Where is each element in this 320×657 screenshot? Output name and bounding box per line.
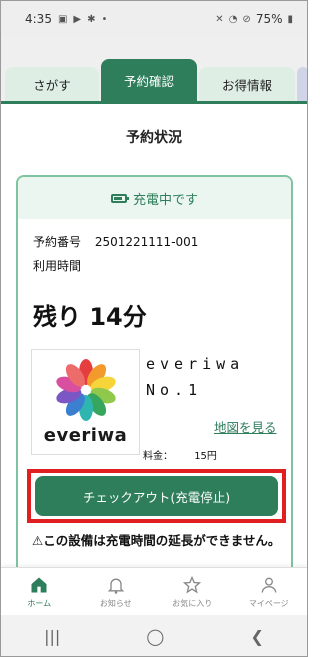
status-bar: 4:35 ▣ ▶ ✱ • ✕ ◔ ⊘ 75% ▮ xyxy=(1,1,307,37)
tab-reservation-confirm[interactable]: 予約確認 xyxy=(101,59,197,101)
nav-notifications[interactable]: お知らせ xyxy=(78,568,155,615)
battery-charging-icon xyxy=(110,193,129,203)
fee-row: 料金： 15円 xyxy=(143,447,217,462)
facility-name-line2: No.1 xyxy=(146,381,203,399)
nav-notifications-label: お知らせ xyxy=(99,598,132,608)
page-title: 予約状況 xyxy=(126,130,182,146)
star-icon xyxy=(183,575,202,594)
everiwa-flower-icon xyxy=(56,359,116,421)
person-icon xyxy=(261,577,277,593)
nav-mypage-label: マイページ xyxy=(248,598,289,608)
usage-time-label: 利用時間 xyxy=(33,259,82,273)
bottom-nav: ホーム お知らせ お気に入り マイページ xyxy=(1,567,307,615)
reservation-number-label: 予約番号 xyxy=(33,235,82,249)
fee-label: 料金： xyxy=(143,451,173,462)
battery-icon: ▮ xyxy=(287,13,293,25)
wifi-icon: ◔ xyxy=(228,13,238,25)
play-notification-icon: ▶ xyxy=(73,13,82,25)
map-link[interactable]: 地図を見る xyxy=(214,417,277,436)
tab-deals[interactable]: お得情報 xyxy=(199,67,295,101)
logo-text: everiwa xyxy=(43,425,128,446)
reservation-number-row: 予約番号 2501221111-001 xyxy=(33,233,198,250)
nav-home[interactable]: ホーム xyxy=(1,568,78,615)
nav-favorites-label: お気に入り xyxy=(172,598,213,608)
tab-search[interactable]: さがす xyxy=(5,67,99,101)
nav-mypage[interactable]: マイページ xyxy=(231,568,308,615)
facility-logo: everiwa xyxy=(31,349,140,455)
checkout-button[interactable]: チェックアウト(充電停止) xyxy=(35,476,278,516)
charging-status: 充電中です xyxy=(132,192,198,208)
home-icon xyxy=(31,577,47,592)
bell-icon xyxy=(107,578,125,594)
battery-level: 75% xyxy=(255,12,283,26)
back-icon[interactable]: ❮ xyxy=(251,627,264,646)
fee-value: 15円 xyxy=(194,451,217,462)
extension-warning: ⚠この設備は充電時間の延長ができません。 xyxy=(32,533,281,548)
facility-name-line1: everiwa xyxy=(146,355,245,373)
checkout-highlight-box: チェックアウト(充電停止) xyxy=(27,469,286,523)
app-frame: 4:35 ▣ ▶ ✱ • ✕ ◔ ⊘ 75% ▮ さがす 予約確認 お得情報 予… xyxy=(0,0,308,657)
system-nav-bar: ||| ◯ ❮ xyxy=(1,615,307,656)
nav-favorites[interactable]: お気に入り xyxy=(154,568,231,615)
gallery-notification-icon: ▣ xyxy=(57,13,68,25)
remaining-time: 残り 14分 xyxy=(33,303,147,331)
dnd-icon: ⊘ xyxy=(242,13,251,25)
recent-apps-icon[interactable]: ||| xyxy=(44,627,60,646)
dot-notification-icon: • xyxy=(101,13,108,25)
tab-overflow[interactable] xyxy=(297,67,307,101)
facility-name: everiwa No.1 xyxy=(146,351,244,403)
mute-icon: ✕ xyxy=(215,13,224,25)
reservation-number: 2501221111-001 xyxy=(94,235,199,249)
settings-notification-icon: ✱ xyxy=(87,13,96,25)
reservation-card: 充電中です 予約番号 2501221111-001 利用時間 残り 14分 ev… xyxy=(16,175,293,575)
nav-home-label: ホーム xyxy=(27,598,52,608)
charging-status-header: 充電中です xyxy=(18,177,291,219)
home-circle-icon[interactable]: ◯ xyxy=(146,627,164,646)
tab-underline xyxy=(1,101,307,104)
status-time: 4:35 xyxy=(25,12,52,26)
